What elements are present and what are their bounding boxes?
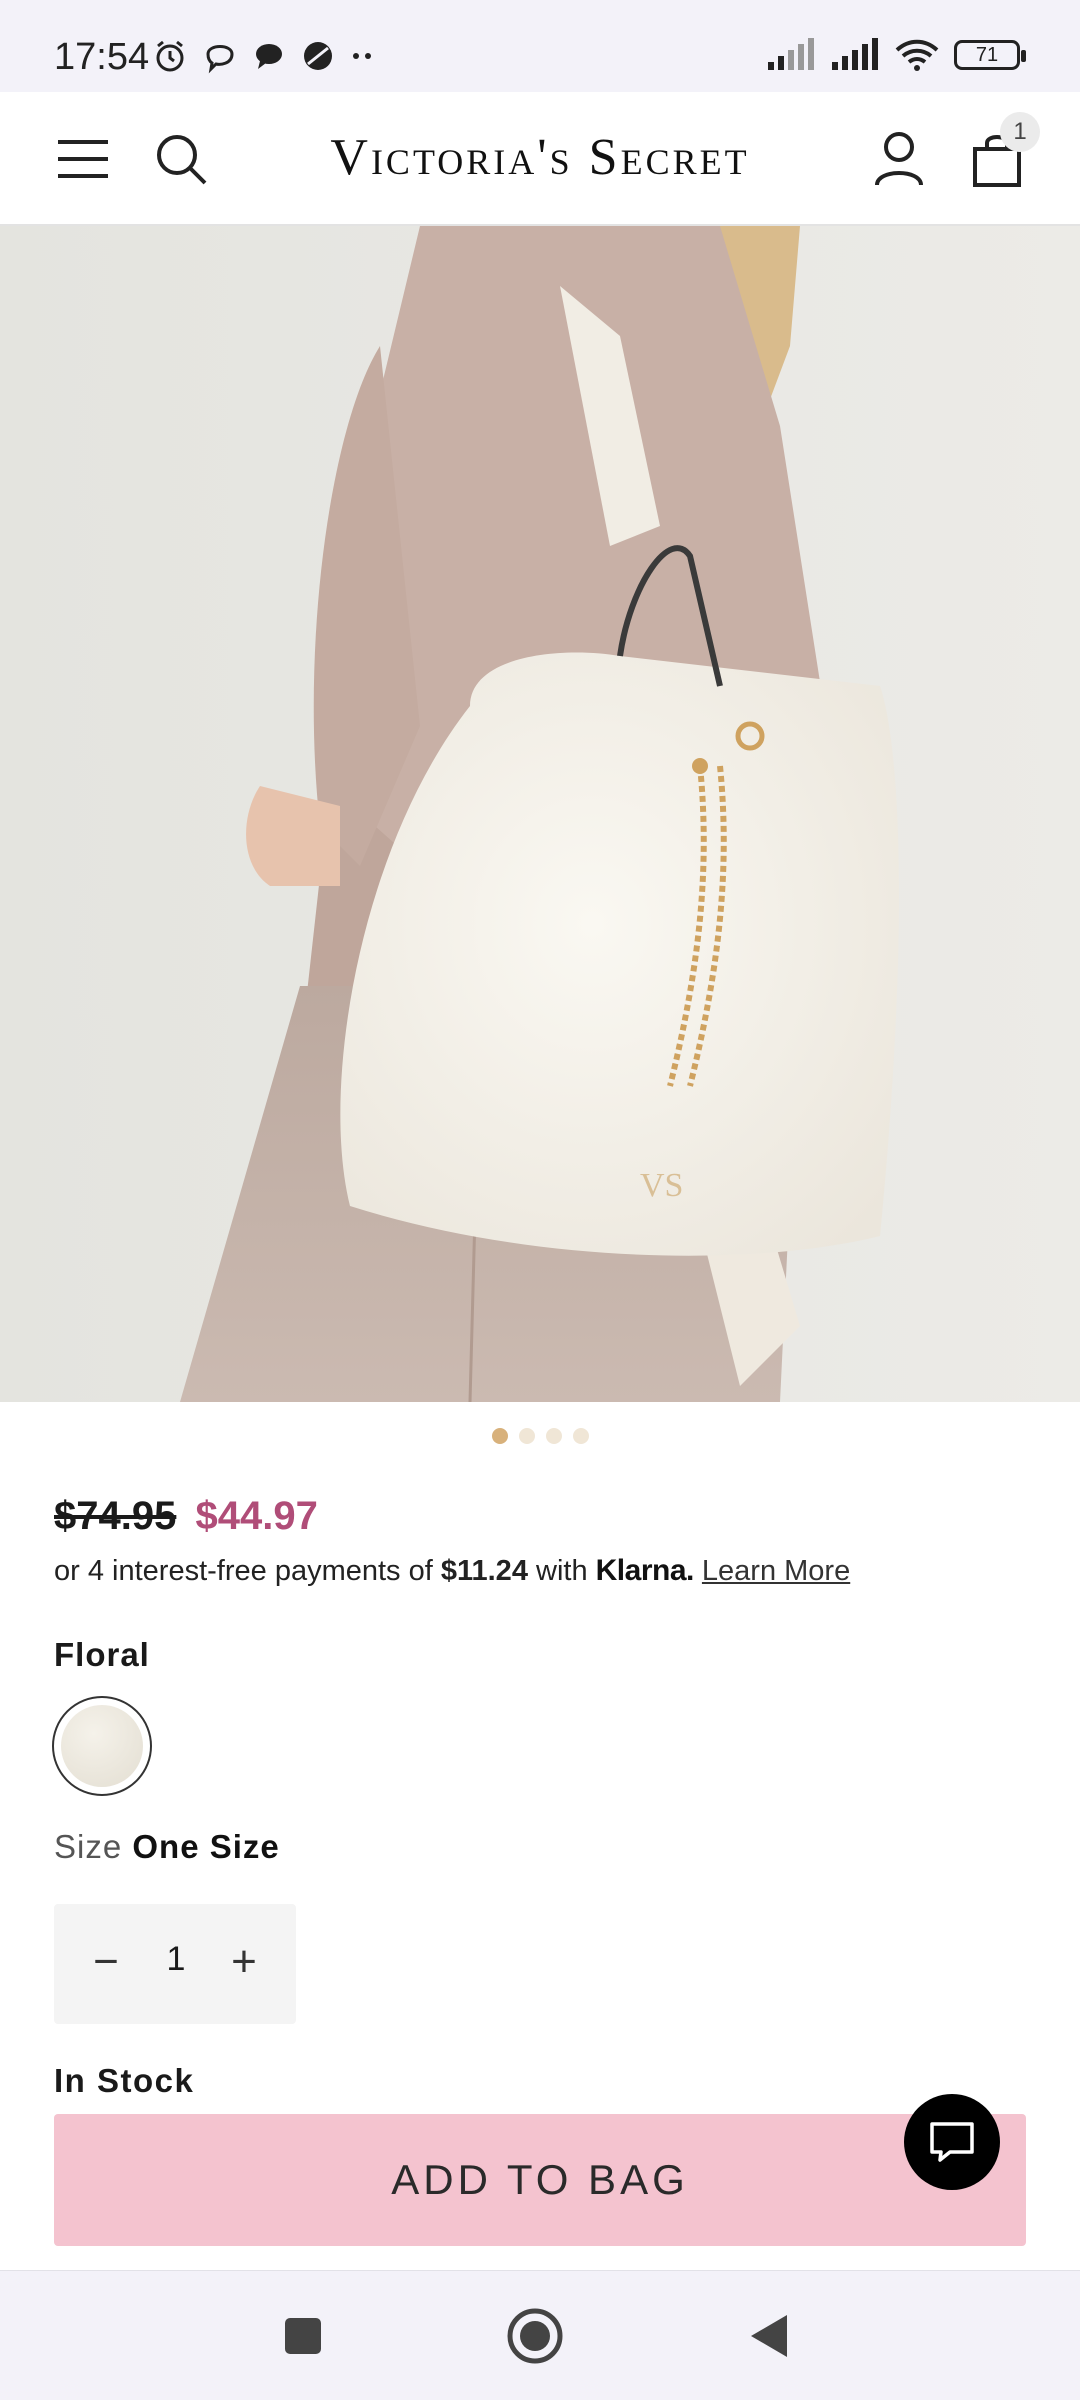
swatch-fill [61,1705,143,1787]
home-button[interactable] [500,2301,570,2371]
gallery-dot[interactable] [545,1428,562,1444]
site-header: Victoria's Secret 1 [0,92,1080,226]
account-button[interactable] [862,122,936,196]
size-value: One Size [132,1828,280,1865]
quantity-value: 1 [166,1940,186,1978]
status-bar: 17:54 71 [0,0,1080,92]
gallery-pagination [0,1428,1080,1444]
color-label: Floral [54,1636,150,1673]
viber-icon [206,45,234,74]
status-notification-icons [152,38,374,74]
back-icon [751,2315,787,2357]
product-photo: VS [0,226,1080,1402]
back-button[interactable] [734,2301,804,2371]
chat-icon [930,2122,974,2162]
klarna-middle: with [527,1555,596,1587]
svg-text:VS: VS [640,1167,683,1204]
recent-apps-button[interactable] [268,2301,338,2371]
home-icon [507,2308,563,2364]
status-time: 17:54 [54,36,150,78]
quantity-stepper: − 1 + [54,1904,296,2024]
klarna-logo: Klarna. [595,1554,695,1587]
stock-status: In Stock [54,2062,195,2099]
add-to-bag-button[interactable]: ADD TO BAG [54,2114,1026,2246]
battery-icon: 71 [954,40,1026,70]
quantity-increase-button[interactable]: + [214,1934,274,1994]
account-icon [875,132,923,186]
learn-more-link[interactable]: Learn More [702,1555,850,1587]
alarm-icon [156,40,184,72]
signal-icon [832,38,878,70]
wifi-icon [895,39,939,71]
bag-count-badge: 1 [1000,112,1040,152]
signal-icon [768,38,814,70]
price: $74.95 $44.97 [54,1494,318,1539]
klarna-amount: $11.24 [440,1555,528,1587]
product-image[interactable]: VS [0,226,1080,1402]
chat-button[interactable] [904,2094,1000,2190]
size-label: Size [54,1828,123,1865]
klarna-installments: or 4 interest-free payments of $11.24 wi… [54,1554,850,1588]
original-price: $74.95 [54,1494,177,1538]
status-system-icons: 71 [766,38,1026,72]
size-row: Size One Size [54,1828,280,1866]
sale-price: $44.97 [195,1494,318,1538]
gallery-dot[interactable] [491,1428,508,1444]
gallery-dot[interactable] [518,1428,535,1444]
app-icon [304,42,332,70]
color-swatch-floral[interactable] [52,1696,152,1796]
chat-bubble-icon [256,44,282,69]
gallery-dot[interactable] [572,1428,589,1444]
recent-apps-icon [285,2318,321,2354]
system-nav-bar [0,2270,1080,2400]
more-dots-icon [353,53,371,59]
quantity-decrease-button[interactable]: − [76,1934,136,1994]
klarna-prefix: or 4 interest-free payments of [54,1555,441,1587]
